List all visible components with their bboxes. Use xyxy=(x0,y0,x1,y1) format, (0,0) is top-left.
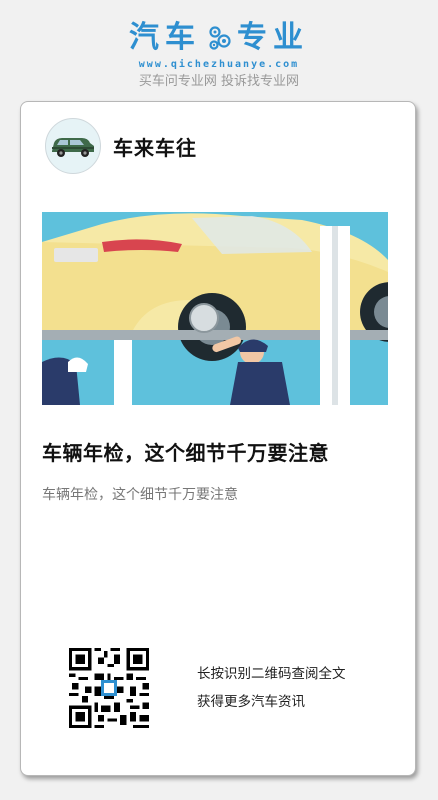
article-summary: 车辆年检，这个细节千万要注意 xyxy=(42,487,238,503)
gear-icon xyxy=(209,26,231,50)
brand-slogan: 买车问专业网 投诉找专业网 xyxy=(138,74,300,89)
qr-instructions: 长按识别二维码查阅全文 获得更多汽车资讯 xyxy=(197,660,397,716)
author-avatar xyxy=(45,118,101,174)
qr-line-1: 长按识别二维码查阅全文 xyxy=(197,666,346,682)
author-name: 车来车往 xyxy=(113,135,197,160)
brand-title-right: 专业 xyxy=(237,20,309,55)
brand-header: 汽车 专业 www.qichezhuanye.com 买车问专业网 投诉找专业网 xyxy=(0,18,438,91)
car-inspection-illustration xyxy=(42,212,388,405)
green-car-icon xyxy=(52,138,94,157)
brand-logo: 汽车 专业 xyxy=(0,18,438,58)
author-block: 车来车往 xyxy=(45,118,197,174)
article-share-card[interactable]: 车来车往 车辆年检，这个细节千万要注意 车辆年检，这个细节千万要注意 长按识别二… xyxy=(20,101,416,776)
brand-title-left: 汽车 xyxy=(129,20,201,55)
qr-code-icon[interactable] xyxy=(69,648,149,728)
brand-url: www.qichezhuanye.com xyxy=(138,59,300,70)
article-title: 车辆年检，这个细节千万要注意 xyxy=(42,441,329,465)
qr-line-2: 获得更多汽车资讯 xyxy=(197,694,305,710)
